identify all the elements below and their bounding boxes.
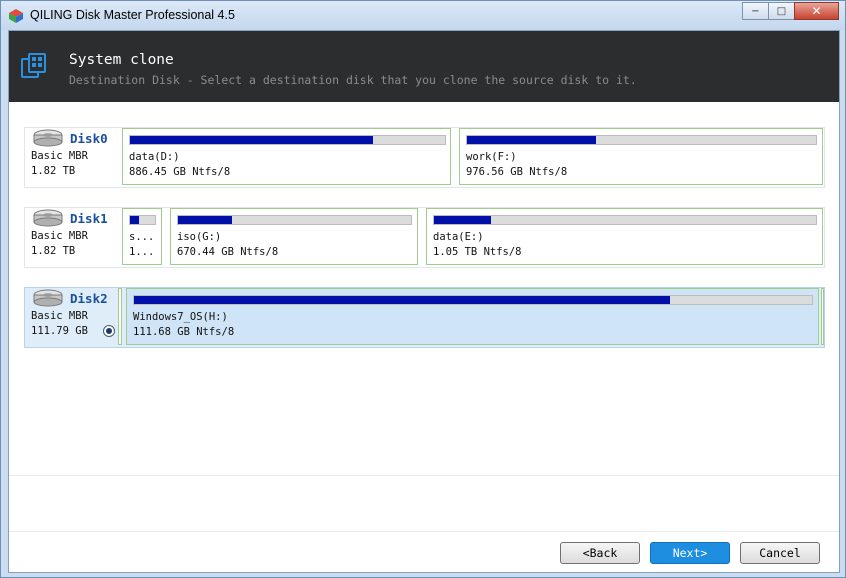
partition-work-f[interactable]: work(F:) 976.56 GB Ntfs/8 <box>459 128 823 185</box>
partition-size: 670.44 GB Ntfs/8 <box>177 246 279 258</box>
disk-type: Basic MBR <box>31 230 88 242</box>
hard-disk-icon <box>33 289 63 307</box>
partition-system-reserved[interactable]: s... 1... <box>122 208 162 265</box>
partition-label: Windows7_OS(H:) <box>133 311 228 323</box>
usage-bar <box>129 215 156 225</box>
maximize-button[interactable]: □ <box>768 2 795 20</box>
disk-type: Basic MBR <box>31 310 88 322</box>
partition-data-d[interactable]: data(D:) 886.45 GB Ntfs/8 <box>122 128 451 185</box>
usage-fill <box>434 216 492 224</box>
usage-fill <box>134 296 670 304</box>
hard-disk-icon <box>33 129 63 147</box>
disk-name: Disk1 <box>70 211 108 226</box>
disk-select-radio[interactable] <box>103 325 115 337</box>
disk-type: Basic MBR <box>31 150 88 162</box>
minimize-button[interactable]: − <box>742 2 769 20</box>
partition-label: data(D:) <box>129 151 180 163</box>
partition-size: 1... <box>129 246 155 258</box>
title-bar[interactable]: QILING Disk Master Professional 4.5 − □ … <box>1 1 845 30</box>
wizard-header: System clone Destination Disk - Select a… <box>9 31 839 102</box>
usage-bar <box>433 215 817 225</box>
usage-fill <box>130 136 373 144</box>
partition-label: s... <box>129 231 155 243</box>
wizard-panel: System clone Destination Disk - Select a… <box>8 30 840 573</box>
usage-bar <box>133 295 813 305</box>
divider <box>9 475 839 476</box>
usage-bar <box>466 135 817 145</box>
disk-name: Disk0 <box>70 131 108 146</box>
usage-bar <box>129 135 446 145</box>
partition-label: data(E:) <box>433 231 484 243</box>
hard-disk-icon <box>33 209 63 227</box>
partition-windows7-os-h[interactable]: Windows7_OS(H:) 111.68 GB Ntfs/8 <box>126 288 819 345</box>
partition-size: 886.45 GB Ntfs/8 <box>129 166 231 178</box>
app-window: QILING Disk Master Professional 4.5 − □ … <box>0 0 846 578</box>
next-button[interactable]: Next> <box>650 542 730 564</box>
partition-size: 976.56 GB Ntfs/8 <box>466 166 568 178</box>
page-subtitle: Destination Disk - Select a destination … <box>69 73 637 87</box>
partition-data-e[interactable]: data(E:) 1.05 TB Ntfs/8 <box>426 208 823 265</box>
cancel-button[interactable]: Cancel <box>740 542 820 564</box>
disk-info: Disk0 Basic MBR 1.82 TB <box>25 128 120 187</box>
partition-size: 1.05 TB Ntfs/8 <box>433 246 522 258</box>
disk-capacity: 1.82 TB <box>31 165 76 177</box>
page-title: System clone <box>69 52 174 68</box>
partition-trailing-sliver[interactable] <box>821 288 824 345</box>
disk-row-disk2[interactable]: Disk2 Basic MBR 111.79 GB Windows7_OS(H:… <box>24 287 825 348</box>
partition-unallocated-sliver[interactable] <box>118 288 122 345</box>
usage-fill <box>178 216 232 224</box>
partition-label: work(F:) <box>466 151 517 163</box>
disk-name: Disk2 <box>70 291 108 306</box>
disk-capacity: 111.79 GB <box>31 325 88 337</box>
disk-capacity: 1.82 TB <box>31 245 76 257</box>
back-button[interactable]: <Back <box>560 542 640 564</box>
disk-info: Disk2 Basic MBR 111.79 GB <box>25 288 120 347</box>
system-clone-icon <box>21 53 46 78</box>
usage-fill <box>130 216 139 224</box>
usage-fill <box>467 136 597 144</box>
divider <box>9 531 839 532</box>
disk-row-disk0[interactable]: Disk0 Basic MBR 1.82 TB data(D:) 886.45 … <box>24 127 825 188</box>
window-title: QILING Disk Master Professional 4.5 <box>30 8 235 22</box>
disk-info: Disk1 Basic MBR 1.82 TB <box>25 208 120 267</box>
window-controls: − □ ✕ <box>742 2 839 20</box>
close-button[interactable]: ✕ <box>794 2 839 20</box>
partition-iso-g[interactable]: iso(G:) 670.44 GB Ntfs/8 <box>170 208 418 265</box>
usage-bar <box>177 215 412 225</box>
partition-label: iso(G:) <box>177 231 222 243</box>
disk-row-disk1[interactable]: Disk1 Basic MBR 1.82 TB s... 1... iso(G:… <box>24 207 825 268</box>
app-logo-icon <box>9 9 23 23</box>
partition-size: 111.68 GB Ntfs/8 <box>133 326 235 338</box>
